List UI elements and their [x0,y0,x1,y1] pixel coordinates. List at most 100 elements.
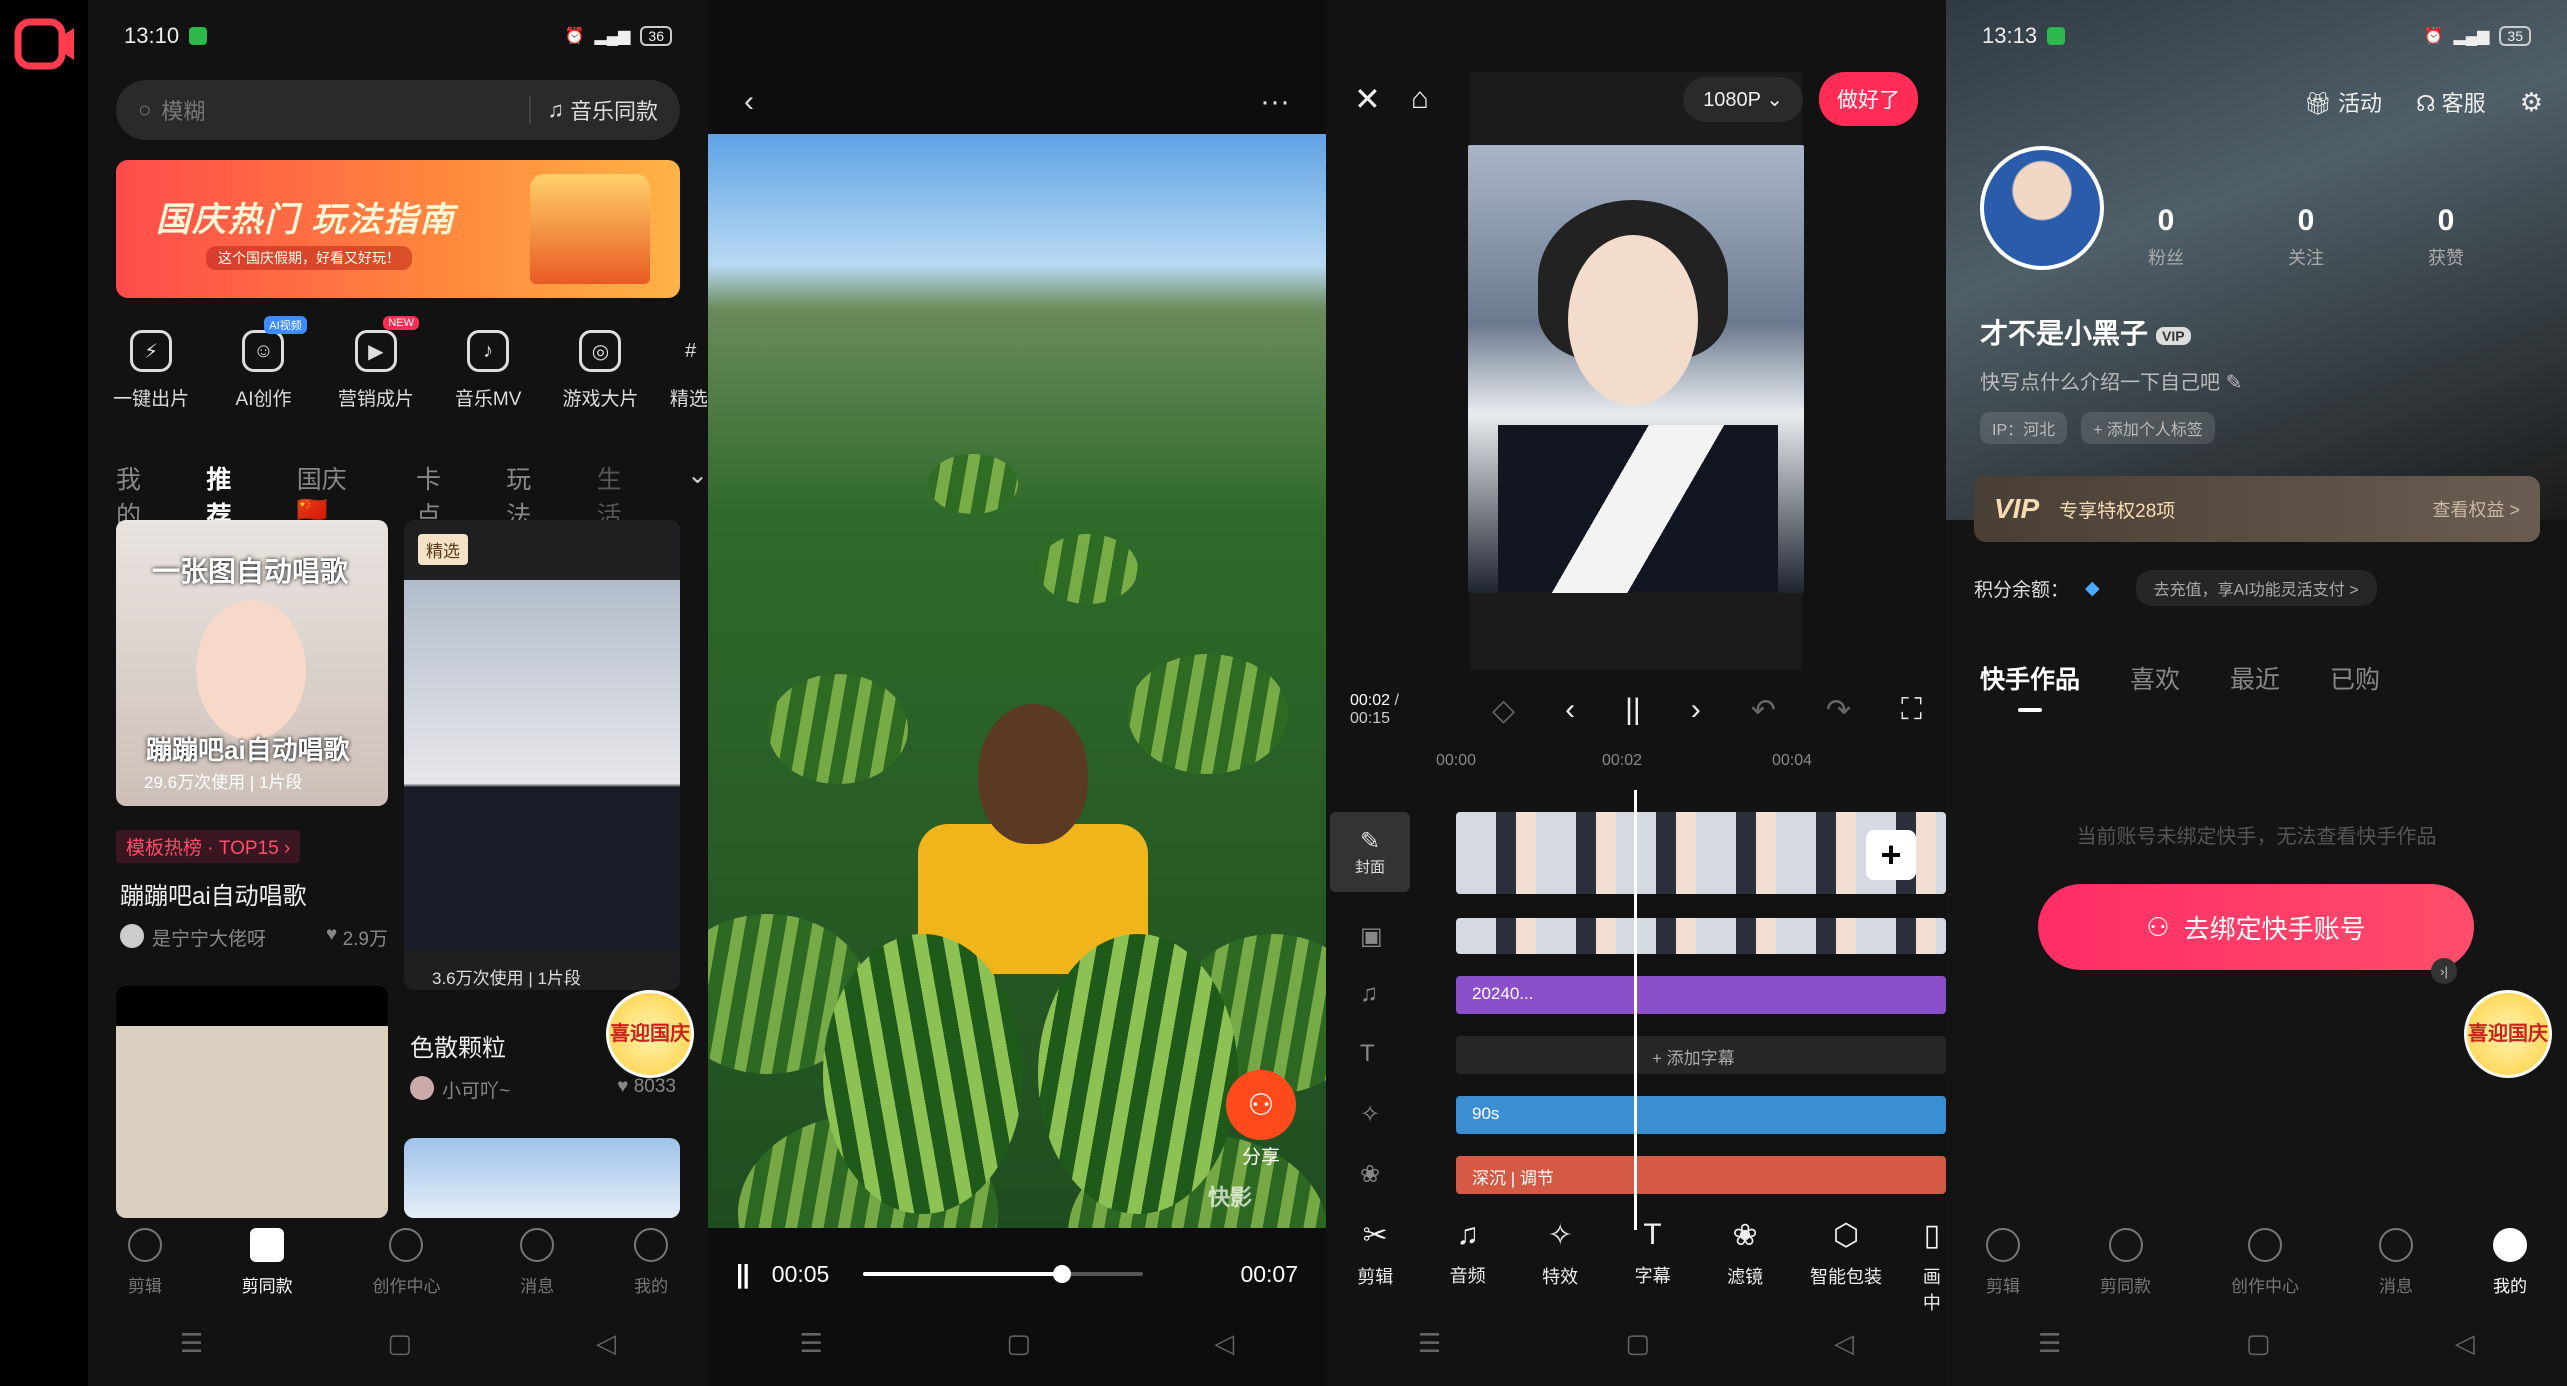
back-icon[interactable]: ◁ [1834,1328,1854,1359]
nav-messages[interactable]: 消息 [520,1228,555,1308]
next-frame-icon[interactable]: › [1691,693,1701,728]
menu-icon[interactable]: ☰ [1418,1328,1441,1359]
stat-likes[interactable]: 0 获赞 [2396,204,2496,270]
tab-kuaishou-works[interactable]: 快手作品 [1980,660,2080,712]
close-icon[interactable]: ✕ [1354,80,1381,118]
template-card-portrait[interactable] [404,1138,680,1218]
bio[interactable]: 快写点什么介绍一下自己吧 ✎ [1980,366,2242,395]
card-title[interactable]: 色散颗粒 [410,1028,506,1063]
activity-button[interactable]: 🎁︎ 活动 [2304,86,2382,118]
recharge-button[interactable]: 去充值，享AI功能灵活支付 > [2135,570,2377,606]
tab-purchased[interactable]: 已购 [2330,660,2380,696]
editor-top-bar: ✕ ⌂ 1080P ⌄ 做好了 [1326,64,1946,134]
quick-item-marketing[interactable]: NEW ▶ 营销成片 [333,316,419,411]
home-icon[interactable]: ▢ [1006,1328,1031,1359]
home-icon[interactable]: ▢ [1625,1328,1650,1359]
music-icon[interactable]: ♫ [1360,980,1378,1008]
settings-gear-icon[interactable]: ⚙ [2520,87,2543,118]
filter-icon[interactable]: ❀ [1360,1160,1380,1189]
search-bar[interactable]: ○ 模糊 ♫ 音乐同款 [116,80,680,140]
adjust-track[interactable]: 深沉 | 调节 [1456,1156,1946,1194]
music-same-button[interactable]: 音乐同款 [570,94,658,126]
bind-kuaishou-button[interactable]: ⚇ 去绑定快手账号 [2038,884,2474,970]
keyframe-icon[interactable]: ◇ [1492,693,1515,728]
resolution-selector[interactable]: 1080P ⌄ [1683,76,1803,122]
nav-creator-center[interactable]: 创作中心 [2231,1228,2299,1308]
nav-me[interactable]: 我的 [634,1228,669,1308]
package-icon: ⬡ [1832,1219,1860,1252]
card-author[interactable]: 小可吖~ [442,1076,510,1103]
back-icon[interactable]: ◁ [1214,1328,1234,1359]
nav-me[interactable]: 我的 [2493,1228,2527,1308]
nav-creator-center[interactable]: 创作中心 [372,1228,440,1308]
cover-button[interactable]: ✎ 封面 [1330,812,1410,892]
more-options-icon[interactable]: ··· [1260,85,1290,119]
vip-card[interactable]: VIP 专享特权28项 查看权益 > [1974,476,2540,542]
template-card-singing[interactable]: 一张图自动唱歌 蹦蹦吧ai自动唱歌 29.6万次使用 | 1片段 [116,520,388,806]
stat-following[interactable]: 0 关注 [2256,204,2356,270]
collapse-icon[interactable]: ›| [2431,958,2457,984]
headset-icon: ☊ [2416,91,2436,116]
hot-rank-tag[interactable]: 模板热榜 · TOP15 › [116,830,301,863]
home-icon[interactable]: ▢ [387,1328,412,1359]
effect-star-icon[interactable]: ✧ [1360,1100,1380,1129]
template-card-chromatic[interactable]: 精选 3.6万次使用 | 1片段 [404,520,680,990]
tab-liked[interactable]: 喜欢 [2130,660,2180,696]
back-arrow-icon[interactable]: ‹ [744,85,754,119]
video-frame[interactable] [708,134,1326,1228]
audio-track[interactable]: 20240... [1456,976,1946,1014]
nav-templates[interactable]: 剪同款 [2100,1228,2151,1308]
service-button[interactable]: ☊ 客服 [2416,86,2486,118]
search-input[interactable]: 模糊 [161,94,205,126]
festive-badge[interactable]: 喜迎国庆 [2464,990,2552,1078]
add-clip-button[interactable]: + [1866,830,1916,880]
chevron-down-icon[interactable]: ⌄ [687,460,708,532]
quick-item-one-click[interactable]: ⚡ 一键出片 [108,330,194,411]
card-author[interactable]: 是宁宁大佬呀 [152,924,266,951]
card-title[interactable]: 蹦蹦吧ai自动唱歌 [120,876,307,911]
text-icon[interactable]: T [1360,1040,1375,1068]
nav-edit[interactable]: 剪辑 [127,1228,162,1308]
timeline-playhead[interactable] [1634,790,1637,1230]
filter-track[interactable]: 90s [1456,1096,1946,1134]
template-card-window[interactable] [116,986,388,1218]
menu-icon[interactable]: ☰ [180,1328,203,1359]
quick-item-ai-create[interactable]: AI视频 ☺ AI创作 [220,316,307,411]
back-icon[interactable]: ◁ [596,1328,616,1359]
tab-recent[interactable]: 最近 [2230,660,2280,696]
progress-knob[interactable] [1053,1265,1072,1283]
quick-item-music-mv[interactable]: ♪ 音乐MV [445,330,531,411]
subtitle-track[interactable]: + 添加字幕 [1456,1036,1946,1074]
nav-label: 创作中心 [372,1277,441,1296]
nav-templates[interactable]: 剪同款 [242,1228,293,1308]
nav-messages[interactable]: 消息 [2379,1228,2413,1308]
stat-followers[interactable]: 0 粉丝 [2116,204,2216,270]
tutorial-cap-icon[interactable]: ⌂ [1411,82,1429,116]
share-button[interactable]: ⚇ [1226,1070,1296,1140]
prev-frame-icon[interactable]: ‹ [1565,693,1575,728]
quick-item-featured[interactable]: # 精选 [670,330,708,411]
quick-label: 营销成片 [337,389,414,410]
fullscreen-icon[interactable]: ⛶ [1901,693,1922,728]
sticker-icon[interactable]: ▣ [1360,922,1383,951]
undo-icon[interactable]: ↶ [1751,693,1776,728]
redo-icon[interactable]: ↷ [1826,693,1851,728]
vip-view-button[interactable]: 查看权益 > [2432,496,2520,522]
add-tag-button[interactable]: + 添加个人标签 [2081,412,2215,444]
quick-item-game[interactable]: ◎ 游戏大片 [557,330,643,411]
promo-banner[interactable]: 国庆热门 玩法指南 这个国庆假期，好看又好玩！ [116,160,680,298]
pip-track[interactable] [1456,918,1946,954]
nav-edit[interactable]: 剪辑 [1986,1228,2020,1308]
back-icon[interactable]: ◁ [2455,1328,2475,1359]
home-icon[interactable]: ▢ [2246,1328,2271,1359]
pause-icon[interactable]: | | [736,1259,750,1290]
export-done-button[interactable]: 做好了 [1819,72,1918,126]
festive-badge[interactable]: 喜迎国庆 [606,990,694,1078]
pause-icon[interactable]: || [1625,693,1641,728]
featured-tag: 精选 [418,534,468,565]
avatar[interactable] [1980,146,2104,270]
progress-bar[interactable] [863,1265,1144,1283]
menu-icon[interactable]: ☰ [800,1328,823,1359]
video-preview[interactable] [1468,145,1804,593]
menu-icon[interactable]: ☰ [2038,1328,2061,1359]
